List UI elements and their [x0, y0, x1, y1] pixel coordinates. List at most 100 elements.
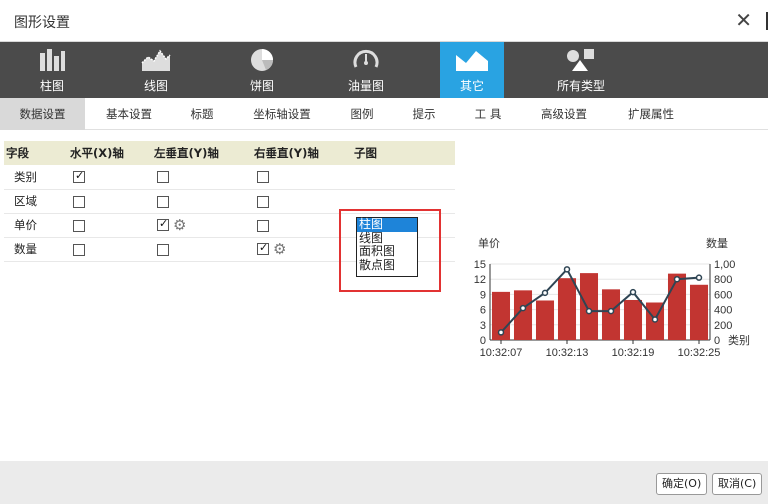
ok-button[interactable]: 确定(O) [656, 473, 708, 495]
line-point [519, 304, 527, 312]
tab-advanced-settings[interactable]: 高级设置 [532, 98, 596, 130]
header-field: 字段 [4, 141, 68, 165]
line-point [673, 275, 681, 283]
right-y-axis-checkbox[interactable] [257, 171, 269, 184]
chart-type-other[interactable]: 其它 [440, 42, 504, 98]
tab-data-settings[interactable]: 数据设置 [0, 98, 85, 130]
y-tick-label-left: 12 [474, 274, 486, 286]
line-point [563, 266, 571, 273]
bar [623, 299, 643, 340]
bar [557, 278, 577, 340]
chart-type-label: 饼图 [249, 79, 274, 93]
chart-type-label: 线图 [143, 79, 168, 93]
y-tick-label-right: 0 [714, 335, 720, 347]
y-axis-label-right: 数量 [706, 237, 728, 250]
header-x-axis: 水平(X)轴 [68, 141, 152, 165]
area-chart-icon [456, 51, 488, 71]
field-name: 区域 [4, 189, 68, 214]
subchart-option[interactable]: 散点图 [357, 258, 417, 273]
chart-type-label: 其它 [459, 79, 484, 93]
chart-type-all[interactable]: 所有类型 [546, 42, 616, 98]
tab-tooltip[interactable]: 提示 [404, 98, 444, 130]
close-icon[interactable]: ✕ [735, 8, 752, 32]
x-tick-label: 10:32:25 [678, 347, 721, 359]
tab-extended-properties[interactable]: 扩展属性 [618, 98, 684, 130]
chart-type-line-chart[interactable]: 线图 [124, 42, 188, 98]
left-y-axis-checkbox[interactable] [157, 195, 169, 208]
bar [579, 273, 599, 340]
line-point [629, 288, 637, 296]
gear-icon[interactable]: ⚙ [273, 240, 286, 258]
right-y-axis-checkbox[interactable] [257, 219, 269, 232]
left-y-axis-checkbox[interactable] [157, 171, 169, 184]
x-tick-label: 10:32:19 [612, 347, 655, 359]
subchart-type-list[interactable]: 柱图 线图 面积图 散点图 [356, 217, 418, 277]
tab-legend[interactable]: 图例 [342, 98, 382, 130]
dialog-titlebar: 图形设置 ✕ [0, 0, 768, 42]
subchart-cell [352, 165, 455, 190]
table-row: 类别 [4, 165, 455, 190]
shapes-icon [567, 49, 594, 71]
x-axis-checkbox[interactable] [73, 195, 85, 208]
bar [667, 273, 687, 340]
tab-basic-settings[interactable]: 基本设置 [94, 98, 164, 130]
y-tick-label-right: 600 [714, 289, 732, 301]
line-point [585, 307, 593, 315]
dialog-title: 图形设置 [14, 15, 70, 31]
field-name: 数量 [4, 237, 68, 262]
x-axis-checkbox[interactable] [73, 243, 85, 256]
chart-type-gauge[interactable]: 油量图 [334, 42, 398, 98]
bar [689, 284, 709, 340]
field-name: 单价 [4, 213, 68, 238]
line-point [541, 289, 549, 297]
pie-chart-icon [251, 49, 273, 71]
x-tick-label: 10:32:07 [480, 347, 523, 359]
tab-axis-settings[interactable]: 坐标轴设置 [246, 98, 318, 130]
tab-tools[interactable]: 工 具 [468, 98, 508, 130]
line-point [651, 316, 659, 323]
line-chart-icon [141, 49, 171, 71]
table-header-row: 字段 水平(X)轴 左垂直(Y)轴 右垂直(Y)轴 子图 [4, 141, 455, 165]
bar [535, 300, 555, 340]
header-left-y-axis: 左垂直(Y)轴 [152, 141, 252, 165]
header-right-y-axis: 右垂直(Y)轴 [252, 141, 352, 165]
subchart-option[interactable]: 线图 [357, 231, 417, 246]
y-tick-label-right: 800 [714, 274, 732, 286]
header-subchart: 子图 [352, 141, 455, 165]
left-y-axis-checkbox[interactable] [157, 217, 169, 231]
bar-chart-icon [40, 49, 65, 71]
y-tick-label-left: 0 [480, 335, 486, 347]
y-tick-label-right: 1,00 [714, 259, 735, 271]
bar [601, 289, 621, 340]
chart-type-label: 柱图 [39, 79, 64, 93]
chart-type-label: 所有类型 [556, 79, 605, 93]
y-tick-label-right: 400 [714, 305, 732, 317]
tab-title[interactable]: 标题 [180, 98, 224, 130]
x-axis-checkbox[interactable] [73, 219, 85, 232]
x-axis-name: 类别 [728, 333, 750, 347]
chart-type-label: 油量图 [347, 79, 384, 93]
y-tick-label-right: 200 [714, 320, 732, 332]
left-y-axis-checkbox[interactable] [157, 243, 169, 256]
subchart-option[interactable]: 柱图 [357, 217, 417, 232]
right-y-axis-checkbox[interactable] [257, 241, 269, 255]
dialog-footer: 确定(O) 取消(C) [0, 461, 768, 504]
right-y-axis-checkbox[interactable] [257, 195, 269, 208]
chart-preview: 0 0 3 200 6 400 9 600 12 800 15 1,00 10:32:07 10:32:1… [460, 230, 768, 370]
chart-type-pie-chart[interactable]: 饼图 [230, 42, 294, 98]
line-point [497, 329, 505, 336]
settings-tabs: 数据设置 基本设置 标题 坐标轴设置 图例 提示 工 具 高级设置 扩展属性 [0, 98, 768, 130]
line-point [695, 274, 703, 281]
x-axis-checkbox[interactable] [73, 169, 85, 184]
y-tick-label-left: 3 [480, 320, 486, 332]
field-name: 类别 [4, 165, 68, 190]
line-point [607, 307, 615, 315]
gear-icon[interactable]: ⚙ [173, 216, 186, 234]
y-axis-label-left: 单价 [478, 237, 500, 250]
cancel-button[interactable]: 取消(C) [712, 473, 763, 495]
subchart-option[interactable]: 面积图 [357, 244, 417, 259]
gauge-icon [353, 49, 379, 68]
chart-svg: 0 0 3 200 6 400 9 600 12 800 15 1,00 10:32:07 10:32:1… [474, 237, 750, 359]
chart-type-bar-chart[interactable]: 柱图 [20, 42, 84, 98]
y-tick-label-left: 6 [480, 305, 486, 317]
